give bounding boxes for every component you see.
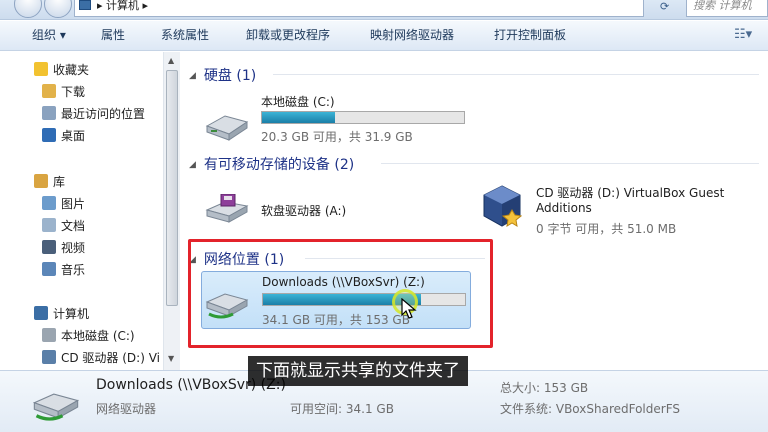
sidebar-item-cd-drive[interactable]: CD 驱动器 (D:) Vi (42, 348, 160, 368)
hard-drive-icon (42, 328, 56, 342)
sidebar-item-documents[interactable]: 文档 (42, 216, 85, 236)
sidebar-item-downloads[interactable]: 下载 (42, 82, 85, 102)
command-bar: 组织 ▾ 属性 系统属性 卸载或更改程序 映射网络驱动器 打开控制面板 ☷▾ (0, 21, 768, 51)
drive-c-info: 20.3 GB 可用，共 31.9 GB (261, 130, 413, 144)
system-properties-button[interactable]: 系统属性 (161, 28, 209, 42)
navigation-pane: 收藏夹 下载 最近访问的位置 桌面 库 图片 文档 视频 音乐 计算机 本地磁盘… (0, 52, 180, 370)
floppy-drive-icon[interactable] (203, 194, 251, 224)
computer-icon (34, 306, 48, 320)
forward-button[interactable] (44, 0, 72, 18)
documents-icon (42, 218, 56, 232)
sidebar-item-pictures[interactable]: 图片 (42, 194, 85, 214)
library-icon (34, 174, 48, 188)
refresh-icon[interactable]: ⟳ (660, 0, 669, 13)
drive-d-name-line2[interactable]: Additions (536, 201, 592, 215)
navigation-scrollbar[interactable]: ▲ ▼ (163, 52, 180, 370)
sidebar-item-libraries[interactable]: 库 (34, 172, 65, 192)
group-divider (381, 163, 759, 164)
view-options-icon[interactable]: ☷▾ (734, 27, 752, 42)
sidebar-item-videos[interactable]: 视频 (42, 238, 85, 258)
sidebar-item-music[interactable]: 音乐 (42, 260, 85, 280)
organize-button[interactable]: 组织 ▾ (32, 28, 66, 42)
details-free-space: 可用空间: 34.1 GB (290, 402, 394, 416)
videos-icon (42, 240, 56, 254)
scrollbar-thumb[interactable] (166, 70, 178, 306)
cd-drive-icon (42, 350, 56, 364)
sidebar-item-computer[interactable]: 计算机 (34, 304, 89, 324)
drive-c-name[interactable]: 本地磁盘 (C:) (261, 93, 335, 110)
search-input[interactable]: 搜索 计算机 (686, 0, 768, 17)
mouse-cursor-icon (401, 298, 417, 319)
details-type: 网络驱动器 (96, 402, 157, 416)
music-icon (42, 262, 56, 276)
star-icon (34, 62, 48, 76)
map-network-drive-button[interactable]: 映射网络驱动器 (370, 28, 454, 42)
desktop-icon (42, 128, 56, 142)
uninstall-button[interactable]: 卸载或更改程序 (246, 28, 330, 42)
properties-button[interactable]: 属性 (101, 28, 125, 42)
virtualbox-disc-icon[interactable] (482, 184, 522, 228)
breadcrumb[interactable]: ▸ 计算机 ▸ (97, 0, 148, 13)
address-field[interactable]: ▸ 计算机 ▸ (74, 0, 644, 17)
sidebar-item-local-disk[interactable]: 本地磁盘 (C:) (42, 326, 135, 346)
hard-drive-icon[interactable] (203, 112, 251, 142)
sidebar-item-favorites[interactable]: 收藏夹 (34, 60, 89, 80)
details-filesystem: 文件系统: VBoxSharedFolderFS (500, 402, 681, 416)
sidebar-item-recent[interactable]: 最近访问的位置 (42, 104, 145, 124)
collapse-icon[interactable]: ◢ (189, 71, 196, 81)
address-bar: ▸ 计算机 ▸ ⟳ 搜索 计算机 (0, 0, 768, 20)
video-subtitle: 下面就显示共享的文件夹了 (248, 356, 468, 386)
computer-icon (79, 0, 91, 10)
drive-a-name[interactable]: 软盘驱动器 (A:) (261, 202, 346, 219)
sidebar-item-desktop[interactable]: 桌面 (42, 126, 85, 146)
recent-places-icon (42, 106, 56, 120)
collapse-icon[interactable]: ◢ (189, 160, 196, 170)
drive-d-info: 0 字节 可用，共 51.0 MB (536, 222, 677, 236)
drive-d-name-line1[interactable]: CD 驱动器 (D:) VirtualBox Guest (536, 184, 724, 201)
downloads-folder-icon (42, 84, 56, 98)
network-drive-icon (32, 393, 80, 421)
details-total-size: 总大小: 153 GB (500, 381, 589, 395)
group-divider (273, 74, 759, 75)
scroll-up-icon[interactable]: ▲ (168, 56, 174, 65)
group-header-removable[interactable]: ◢ 有可移动存储的设备 (2) (189, 154, 354, 174)
drive-c-usage-bar (261, 111, 465, 124)
back-button[interactable] (14, 0, 42, 18)
group-header-hard-disks[interactable]: ◢ 硬盘 (1) (189, 65, 256, 85)
drive-c-usage-fill (262, 112, 335, 123)
scroll-down-icon[interactable]: ▼ (168, 354, 174, 363)
annotation-highlight-box (188, 239, 493, 348)
open-control-panel-button[interactable]: 打开控制面板 (494, 28, 566, 42)
pictures-icon (42, 196, 56, 210)
